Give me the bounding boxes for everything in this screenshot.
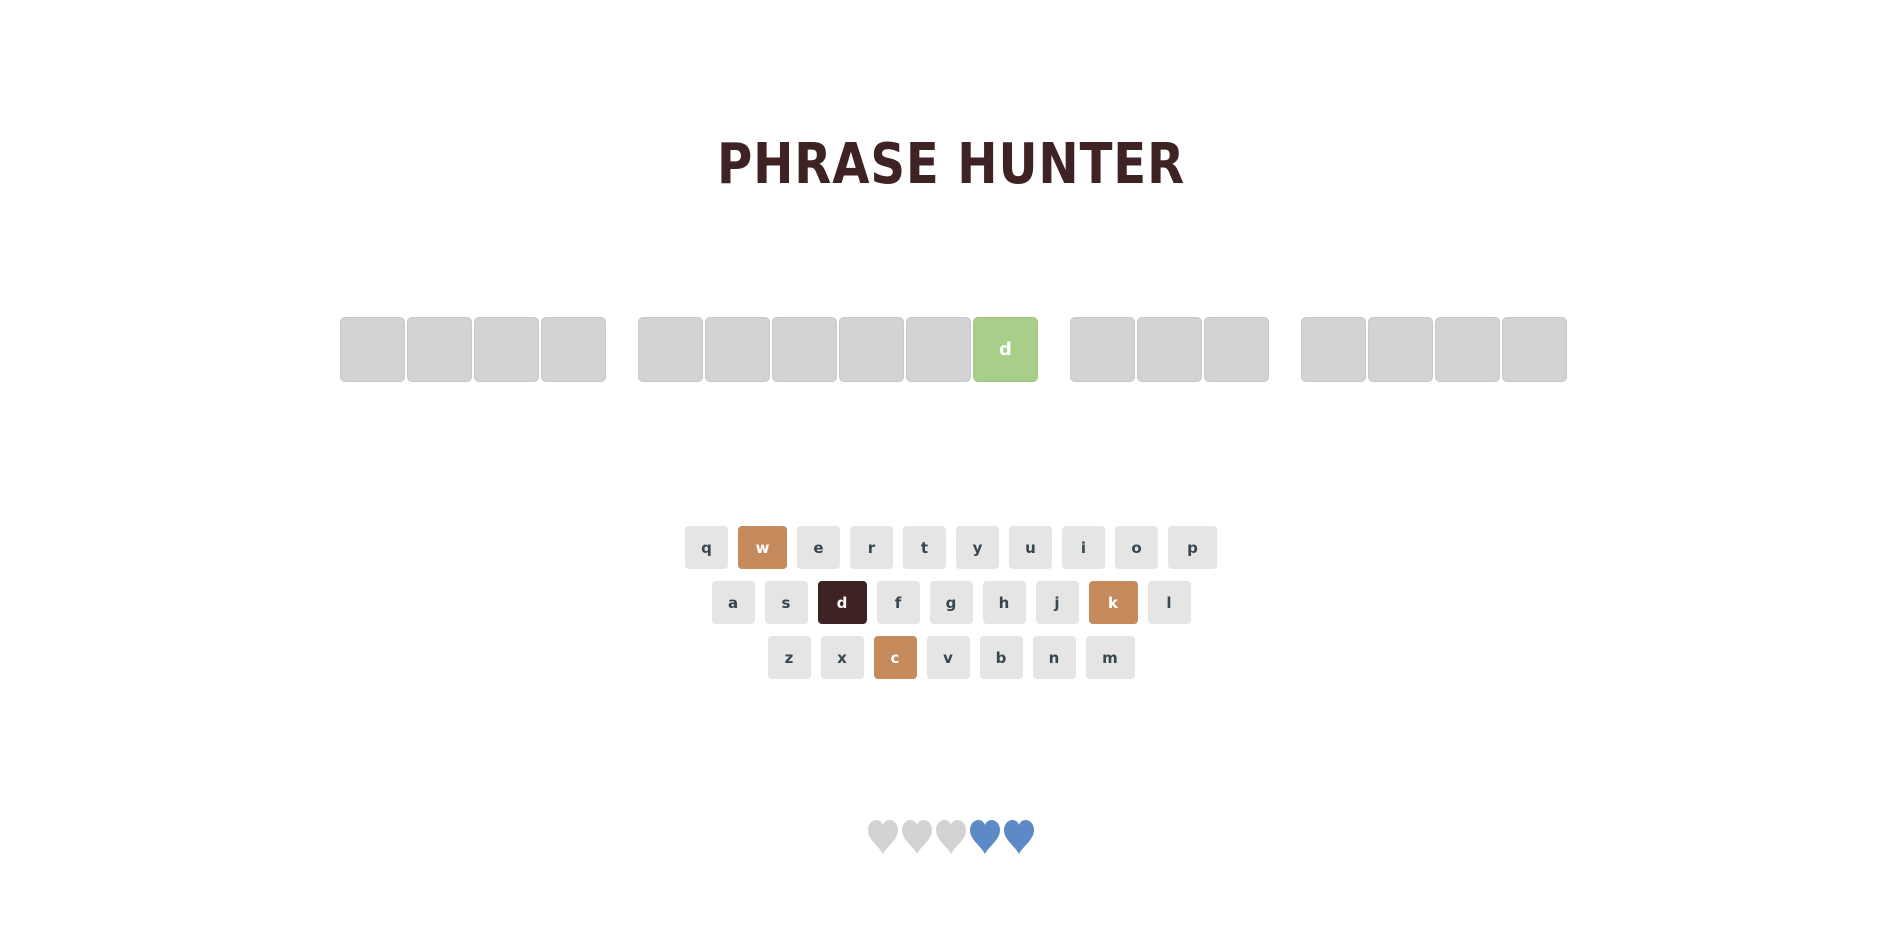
keyboard-row: zxcvbnm [0, 636, 1902, 679]
key-z[interactable]: z [767, 636, 811, 679]
page-title: PHRASE HUNTER [716, 131, 1186, 197]
letter-tile-hidden [407, 317, 472, 382]
key-v[interactable]: v [926, 636, 970, 679]
key-p[interactable]: p [1168, 526, 1217, 569]
key-d[interactable]: d [817, 581, 867, 624]
key-s[interactable]: s [764, 581, 808, 624]
key-g[interactable]: g [929, 581, 973, 624]
key-q[interactable]: q [685, 526, 728, 569]
letter-tile-revealed: d [973, 317, 1038, 382]
heart-icon [901, 818, 933, 856]
key-y[interactable]: y [956, 526, 999, 569]
onscreen-keyboard: qwertyuiop asdfghjkl zxcvbnm [0, 526, 1902, 691]
key-b[interactable]: b [979, 636, 1023, 679]
phrase-word [1070, 317, 1269, 383]
letter-tile-hidden [772, 317, 837, 382]
letter-tile-hidden [906, 317, 971, 382]
key-f[interactable]: f [876, 581, 920, 624]
letter-tile-hidden [340, 317, 405, 382]
key-u[interactable]: u [1009, 526, 1052, 569]
phrase-word [340, 317, 606, 383]
phrase-word [1301, 317, 1567, 383]
key-w[interactable]: w [738, 526, 787, 569]
letter-tile-hidden [1070, 317, 1135, 382]
letter-tile-hidden [1301, 317, 1366, 382]
letter-tile-hidden [1435, 317, 1500, 382]
key-l[interactable]: l [1147, 581, 1191, 624]
game-page: PHRASE HUNTER d qwertyuiopasdfghjklzxcvb… [0, 0, 1902, 946]
key-h[interactable]: h [982, 581, 1026, 624]
letter-tile-hidden [1368, 317, 1433, 382]
key-j[interactable]: j [1035, 581, 1079, 624]
heart-icon [935, 818, 967, 856]
letter-tile-hidden [541, 317, 606, 382]
key-a[interactable]: a [711, 581, 755, 624]
lives-scoreboard [0, 818, 1902, 856]
key-o[interactable]: o [1115, 526, 1158, 569]
heart-icon [969, 818, 1001, 856]
key-c[interactable]: c [873, 636, 917, 679]
key-i[interactable]: i [1062, 526, 1105, 569]
letter-tile-hidden [1204, 317, 1269, 382]
key-t[interactable]: t [903, 526, 946, 569]
letter-tile-hidden [638, 317, 703, 382]
key-n[interactable]: n [1032, 636, 1076, 679]
keyboard-row: qwertyuiop [0, 526, 1902, 569]
letter-tile-hidden [474, 317, 539, 382]
key-m[interactable]: m [1085, 636, 1135, 679]
letter-tile-hidden [1502, 317, 1567, 382]
letter-tile-hidden [839, 317, 904, 382]
key-x[interactable]: x [820, 636, 864, 679]
phrase-board: d [340, 317, 1567, 383]
key-e[interactable]: e [797, 526, 840, 569]
key-k[interactable]: k [1088, 581, 1138, 624]
heart-icon [867, 818, 899, 856]
heart-icon [1003, 818, 1035, 856]
letter-tile-hidden [1137, 317, 1202, 382]
keyboard-row: asdfghjkl [0, 581, 1902, 624]
key-r[interactable]: r [850, 526, 893, 569]
phrase-word: d [638, 317, 1038, 383]
letter-tile-hidden [705, 317, 770, 382]
